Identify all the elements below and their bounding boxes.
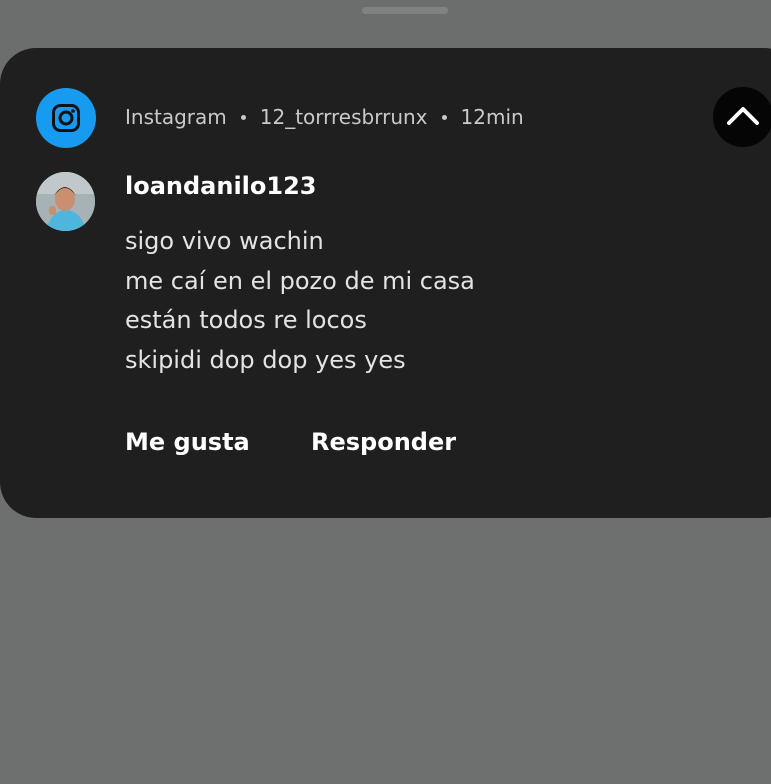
instagram-icon [36,88,96,148]
instagram-glyph [52,104,80,132]
drag-handle[interactable] [362,7,448,14]
app-name: Instagram [125,105,227,129]
timestamp: 12min [460,105,524,129]
message-line: están todos re locos [125,306,367,334]
avatar-picture [36,172,95,231]
message-line: skipidi dop dop yes yes [125,345,406,374]
notification-header: Instagram 12_torrresbrrunx 12min [125,103,524,131]
reply-button[interactable]: Responder [311,428,456,456]
message-line: me caí en el pozo de mi casa [125,266,475,295]
message-line: sigo vivo wachin [125,227,324,255]
collapse-button[interactable] [713,87,771,147]
separator-dot [441,114,447,120]
account-name: 12_torrresbrrunx [259,105,428,129]
message-body: sigo vivo wachin me caí en el pozo de mi… [125,222,475,380]
like-button[interactable]: Me gusta [125,428,250,456]
sender-name: loandanilo123 [125,172,317,200]
separator-dot [240,114,246,120]
avatar [36,172,95,231]
chevron-up-icon [727,107,759,125]
